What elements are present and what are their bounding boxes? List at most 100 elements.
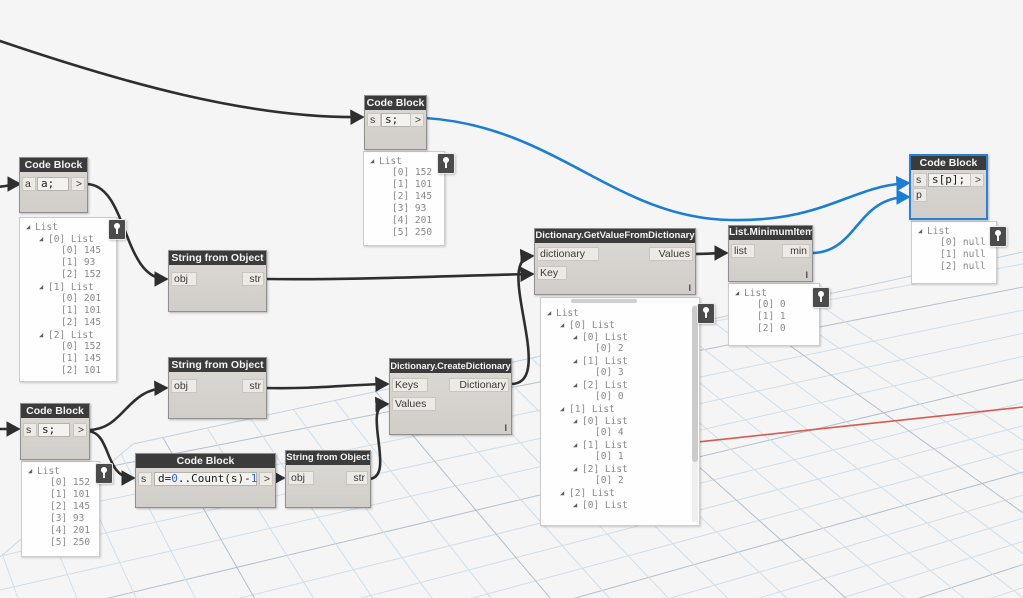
- code-editor[interactable]: s;: [38, 423, 70, 437]
- input-port-obj[interactable]: obj: [288, 471, 314, 485]
- expander-icon[interactable]: ◢: [573, 355, 582, 367]
- expander-icon[interactable]: ◢: [560, 319, 569, 331]
- code-editor[interactable]: s[p];: [928, 173, 972, 187]
- code-editor[interactable]: d=0..Count(s)-1;: [154, 472, 264, 486]
- expander-icon[interactable]: ◢: [573, 439, 582, 451]
- expander-icon[interactable]: ◢: [39, 329, 48, 341]
- expander-icon[interactable]: ◢: [573, 379, 582, 391]
- output-port-str[interactable]: str: [346, 471, 368, 485]
- node-code-block-sp[interactable]: Code Block s p s[p]; >: [909, 154, 988, 220]
- preview-value: [0] List: [569, 320, 615, 331]
- pin-icon[interactable]: [989, 226, 1007, 247]
- input-port-s[interactable]: s: [367, 113, 381, 127]
- node-code-block-a[interactable]: Code Block a a; >: [19, 157, 88, 213]
- node-code-block-s-top[interactable]: Code Block s s; >: [364, 95, 427, 150]
- preview-value: [2] List: [582, 464, 628, 475]
- node-string-from-object-2[interactable]: String from Object obj str: [168, 357, 267, 419]
- node-list-minimum-item[interactable]: List.MinimumItem list min I: [728, 225, 813, 282]
- lacing-indicator[interactable]: I: [805, 270, 808, 280]
- pin-icon[interactable]: [95, 463, 113, 484]
- expander-icon[interactable]: ◢: [547, 307, 556, 319]
- expander-icon[interactable]: ◢: [573, 463, 582, 475]
- preview-bubble-min-item[interactable]: ◢ List [0] 0 [1] 1 [2] 0: [728, 283, 820, 346]
- input-port-values[interactable]: Values: [392, 397, 436, 411]
- wire-dictget-to-minitem[interactable]: [693, 245, 729, 261]
- preview-value: [0] 201: [61, 293, 102, 304]
- preview-row: [2] 0: [731, 323, 817, 335]
- expander-icon[interactable]: ◢: [573, 415, 582, 427]
- output-port[interactable]: >: [970, 173, 984, 187]
- output-port[interactable]: >: [73, 423, 87, 437]
- preview-bubble-cb-s-bottom[interactable]: ◢ List [0] 152 [1] 101 [2] 145 [3] 93 [4] 201[…: [21, 461, 100, 557]
- input-port-s[interactable]: s: [138, 472, 152, 486]
- pin-icon[interactable]: [108, 219, 126, 240]
- vertical-scrollbar[interactable]: [692, 305, 698, 522]
- horizontal-scrollbar[interactable]: [541, 298, 699, 304]
- code-editor[interactable]: s;: [381, 113, 411, 127]
- pin-icon[interactable]: [437, 153, 455, 174]
- preview-row: [0] 3: [543, 367, 697, 379]
- pin-icon[interactable]: [697, 303, 715, 324]
- input-port-obj[interactable]: obj: [171, 272, 197, 286]
- node-dictionary-create[interactable]: Dictionary.CreateDictionary Keys Values …: [389, 358, 512, 435]
- pin-icon[interactable]: [812, 287, 830, 308]
- expander-icon[interactable]: ◢: [370, 155, 379, 167]
- input-port-key[interactable]: Key: [537, 266, 567, 280]
- node-code-block-d[interactable]: Code Block s d=0..Count(s)-1; >: [135, 453, 276, 508]
- output-port[interactable]: >: [259, 472, 273, 486]
- expander-icon[interactable]: ◢: [918, 225, 927, 237]
- input-port-obj[interactable]: obj: [171, 379, 197, 393]
- expander-icon[interactable]: ◢: [28, 465, 37, 477]
- input-port-list[interactable]: list: [731, 244, 755, 258]
- output-port[interactable]: >: [71, 177, 85, 191]
- wire-cb-s-to-sfo2[interactable]: [86, 380, 169, 432]
- wire-sfo2-to-keys[interactable]: [263, 376, 390, 393]
- input-port-a[interactable]: a: [22, 177, 36, 191]
- expander-icon[interactable]: ◢: [573, 499, 582, 511]
- input-port-dictionary[interactable]: dictionary: [537, 247, 599, 261]
- node-dictionary-get-value[interactable]: Dictionary.GetValueFromDictionary dictio…: [534, 228, 696, 295]
- input-port-s[interactable]: s: [913, 173, 927, 187]
- code-editor[interactable]: a;: [37, 177, 69, 191]
- node-code-block-s-bottom[interactable]: Code Block s s; >: [20, 403, 90, 460]
- preview-bubble-cb-a[interactable]: ◢ List ◢ [0] List [0] 145 [1] 93 [2] 152 ◢ [1] L…: [19, 217, 117, 382]
- node-title: String from Object: [169, 251, 266, 265]
- node-string-from-object-3[interactable]: String from Object obj str: [285, 450, 371, 508]
- preview-value: [0] 145: [61, 245, 102, 256]
- preview-row: ◢ [1] List: [543, 403, 697, 415]
- preview-row: ◢ [1] List: [543, 355, 697, 367]
- preview-row: [1] 101: [22, 305, 114, 317]
- wire-offscreen-to-cb-a[interactable]: [0, 176, 22, 192]
- output-port-values[interactable]: Values: [649, 247, 693, 261]
- dynamo-canvas[interactable]: ◢ List ◢ [0] List [0] 145 [1] 93 [2] 152 ◢ [1] L…: [0, 0, 1023, 598]
- wire-sfo1-to-dictget-key[interactable]: [263, 266, 535, 283]
- output-port-min[interactable]: min: [782, 244, 810, 258]
- output-port-dictionary[interactable]: Dictionary: [449, 378, 509, 392]
- output-port-str[interactable]: str: [242, 379, 264, 393]
- node-title: String from Object: [169, 358, 266, 372]
- wire-cb-s-top-to-cb-sp-s[interactable]: [423, 116, 911, 222]
- preview-row: ◢ [1] List: [22, 281, 114, 293]
- preview-bubble-cb-s-top[interactable]: ◢ List [0] 152 [1] 101 [2] 145 [3] 93 [4] 201[…: [363, 151, 445, 246]
- expander-icon[interactable]: ◢: [26, 221, 35, 233]
- expander-icon[interactable]: ◢: [560, 403, 569, 415]
- preview-row: [0] 0: [543, 391, 697, 403]
- output-port[interactable]: >: [410, 113, 424, 127]
- expander-icon[interactable]: ◢: [735, 287, 744, 299]
- input-port-s[interactable]: s: [23, 423, 37, 437]
- preview-value: [2] 0: [757, 323, 786, 334]
- lacing-indicator[interactable]: I: [688, 283, 691, 293]
- expander-icon[interactable]: ◢: [573, 331, 582, 343]
- expander-icon[interactable]: ◢: [39, 281, 48, 293]
- input-port-p[interactable]: p: [913, 188, 927, 202]
- wire-offscreen-to-cb-s-top[interactable]: [0, 39, 365, 126]
- output-port-str[interactable]: str: [242, 272, 264, 286]
- expander-icon[interactable]: ◢: [39, 233, 48, 245]
- preview-bubble-dict-get[interactable]: ◢ List ◢ [0] List ◢ [0] List [0] 2 ◢ [1] List [0]…: [540, 297, 700, 526]
- expander-icon[interactable]: ◢: [560, 487, 569, 499]
- input-port-keys[interactable]: Keys: [392, 378, 428, 392]
- preview-bubble-cb-sp[interactable]: ◢ List [0] null [1] null [2] null: [911, 221, 997, 284]
- node-string-from-object-1[interactable]: String from Object obj str: [168, 250, 267, 312]
- preview-value: [2] null: [940, 261, 986, 272]
- lacing-indicator[interactable]: I: [504, 423, 507, 433]
